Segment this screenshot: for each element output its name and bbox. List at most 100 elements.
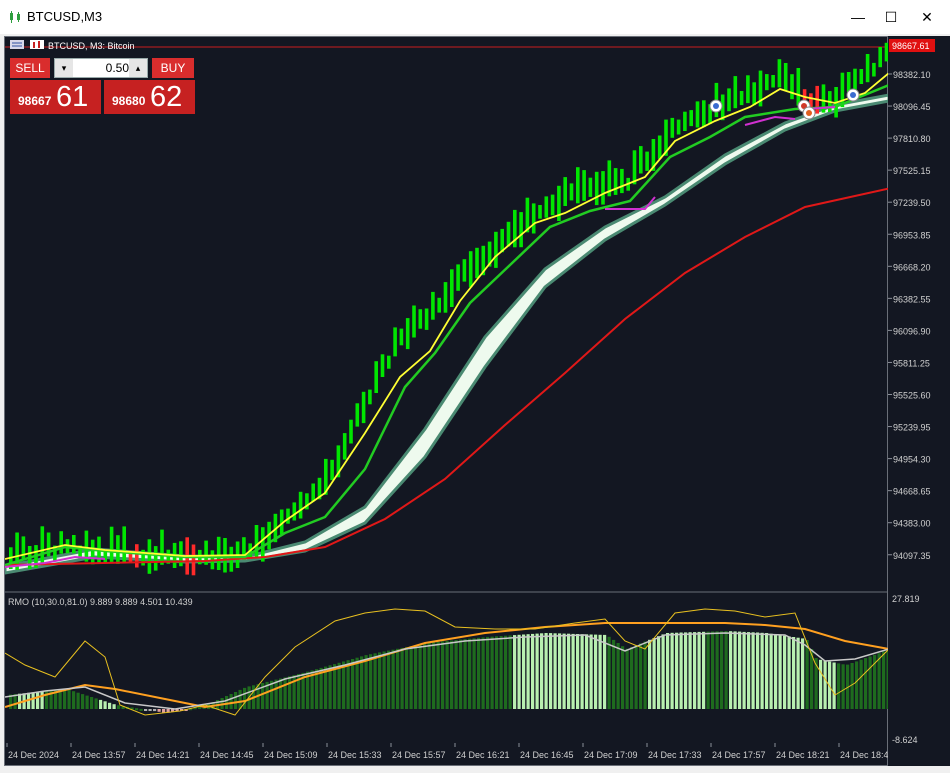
price-bar [594, 171, 599, 206]
price-bar [475, 247, 479, 279]
price-tick-label: 94954.30 [893, 455, 931, 465]
price-ticks: 98382.10 98096.45 97810.80 97525.15 97239.50… [888, 70, 931, 561]
sell-price-pips: 61 [56, 81, 89, 113]
rmo-hist-bar [630, 647, 634, 709]
rmo-hist-bar [508, 635, 512, 709]
decrease-lot-icon[interactable]: ▾ [55, 59, 73, 77]
price-tick-label: 98096.45 [893, 102, 931, 112]
price-bar [462, 259, 467, 282]
price-bar [569, 183, 574, 201]
price-bar [840, 72, 845, 108]
rmo-hist-bar [801, 638, 805, 709]
rmo-hist-bar [283, 677, 287, 709]
rmo-hist-bar [103, 701, 107, 709]
rmo-hist-bar [63, 689, 67, 709]
rmo-hist-bar [607, 636, 611, 710]
rmo-hist-bar [463, 639, 467, 709]
price-bar [387, 355, 391, 369]
rmo-hist-bar [337, 662, 341, 709]
rmo-hist-bar [693, 632, 697, 709]
rmo-hist-bar [679, 632, 683, 709]
rmo-hist-bar [405, 647, 409, 709]
price-bar [639, 146, 643, 174]
rmo-hist-bar [760, 632, 764, 709]
price-tick-label: 94383.00 [893, 519, 931, 529]
increase-lot-icon[interactable]: ▴ [129, 59, 147, 77]
rmo-hist-bar [868, 656, 872, 709]
rmo-hist-bar [486, 636, 490, 709]
title-bar[interactable]: BTCUSD,M3 — ☐ ✕ [0, 0, 950, 34]
rmo-hist-bar [634, 645, 638, 709]
price-bar [468, 251, 473, 288]
rmo-hist-bar [585, 634, 589, 709]
chart-area[interactable]: BTCUSD, M3: Bitcoin RMO (10,30.0,81.0) 9… [3, 36, 894, 767]
rmo-hist-bar [625, 648, 629, 709]
sell-button[interactable]: SELL [10, 58, 50, 78]
price-bar [632, 150, 637, 185]
price-bar [796, 68, 801, 106]
rmo-hist-bar [441, 641, 445, 709]
ma-red-line [4, 187, 890, 566]
lot-size-input[interactable]: 0.50 [75, 59, 129, 77]
price-bar [72, 535, 76, 554]
price-bar [872, 62, 876, 77]
rmo-hist-bar [288, 676, 292, 710]
buy-price-pips: 62 [150, 81, 183, 113]
price-bar [418, 309, 423, 329]
rmo-hist-bar [841, 664, 845, 709]
minimize-button[interactable]: — [843, 6, 873, 28]
price-bar [40, 526, 45, 564]
close-button[interactable]: ✕ [912, 6, 942, 28]
rmo-hist-bar [328, 665, 332, 709]
rmo-hist-bar [373, 653, 377, 709]
buy-price-button[interactable]: 98680 62 [104, 80, 195, 114]
rmo-hist-bar [778, 635, 782, 709]
rmo-hist-bar [702, 631, 706, 709]
rmo-hist-bar [621, 646, 625, 709]
price-bar [739, 91, 744, 106]
price-bar [405, 318, 410, 350]
rmo-hist-bar [670, 632, 674, 709]
rmo-hist-bar [225, 696, 229, 709]
rmo-hist-bar [720, 631, 724, 709]
rmo-hist-bar [787, 636, 791, 709]
price-bar [21, 536, 26, 560]
rmo-hist-bar [576, 634, 580, 709]
rmo-hist-bar [108, 702, 112, 709]
rmo-hist-bar [756, 632, 760, 709]
rmo-hist-bar [499, 636, 503, 709]
rmo-hist-bar [346, 660, 350, 709]
rmo-hist-bar [558, 633, 562, 709]
rmo-hist-bar [418, 644, 422, 709]
sell-price-button[interactable]: 98667 61 [10, 80, 101, 114]
rmo-hist-bar [414, 645, 418, 709]
rmo-hist-bar [774, 634, 778, 709]
buy-button[interactable]: BUY [152, 58, 194, 78]
price-bar [645, 151, 649, 171]
price-bar [374, 361, 378, 393]
rmo-hist-bar [112, 704, 116, 709]
list-icon [10, 40, 24, 49]
rmo-hist-bar [598, 634, 602, 709]
price-bar [330, 459, 334, 481]
price-bar [752, 82, 756, 106]
rmo-hist-bar [445, 641, 449, 709]
price-bar [859, 69, 864, 84]
price-axis[interactable]: 98382.10 98096.45 97810.80 97525.15 97239.50… [888, 36, 950, 766]
time-tick-label: 24 Dec 16:21 [456, 750, 510, 760]
price-bar [550, 194, 555, 216]
price-bar [601, 171, 605, 205]
maximize-button[interactable]: ☐ [876, 6, 906, 28]
rmo-hist-bar [243, 687, 247, 709]
rmo-hist-bar [387, 650, 391, 709]
rmo-hist-bar [99, 699, 103, 709]
rmo-hist-bar [697, 631, 701, 709]
rmo-hist-bar [40, 691, 44, 709]
price-bar [563, 177, 567, 206]
price-chart[interactable]: BTCUSD, M3: Bitcoin RMO (10,30.0,81.0) 9… [3, 37, 894, 767]
rmo-hist-bar [139, 708, 143, 711]
price-bar [380, 354, 385, 377]
price-tick-label: 94097.35 [893, 551, 931, 561]
lot-size-stepper[interactable]: ▾ 0.50 ▴ [54, 58, 148, 78]
time-tick-label: 24 Dec 17:09 [584, 750, 638, 760]
